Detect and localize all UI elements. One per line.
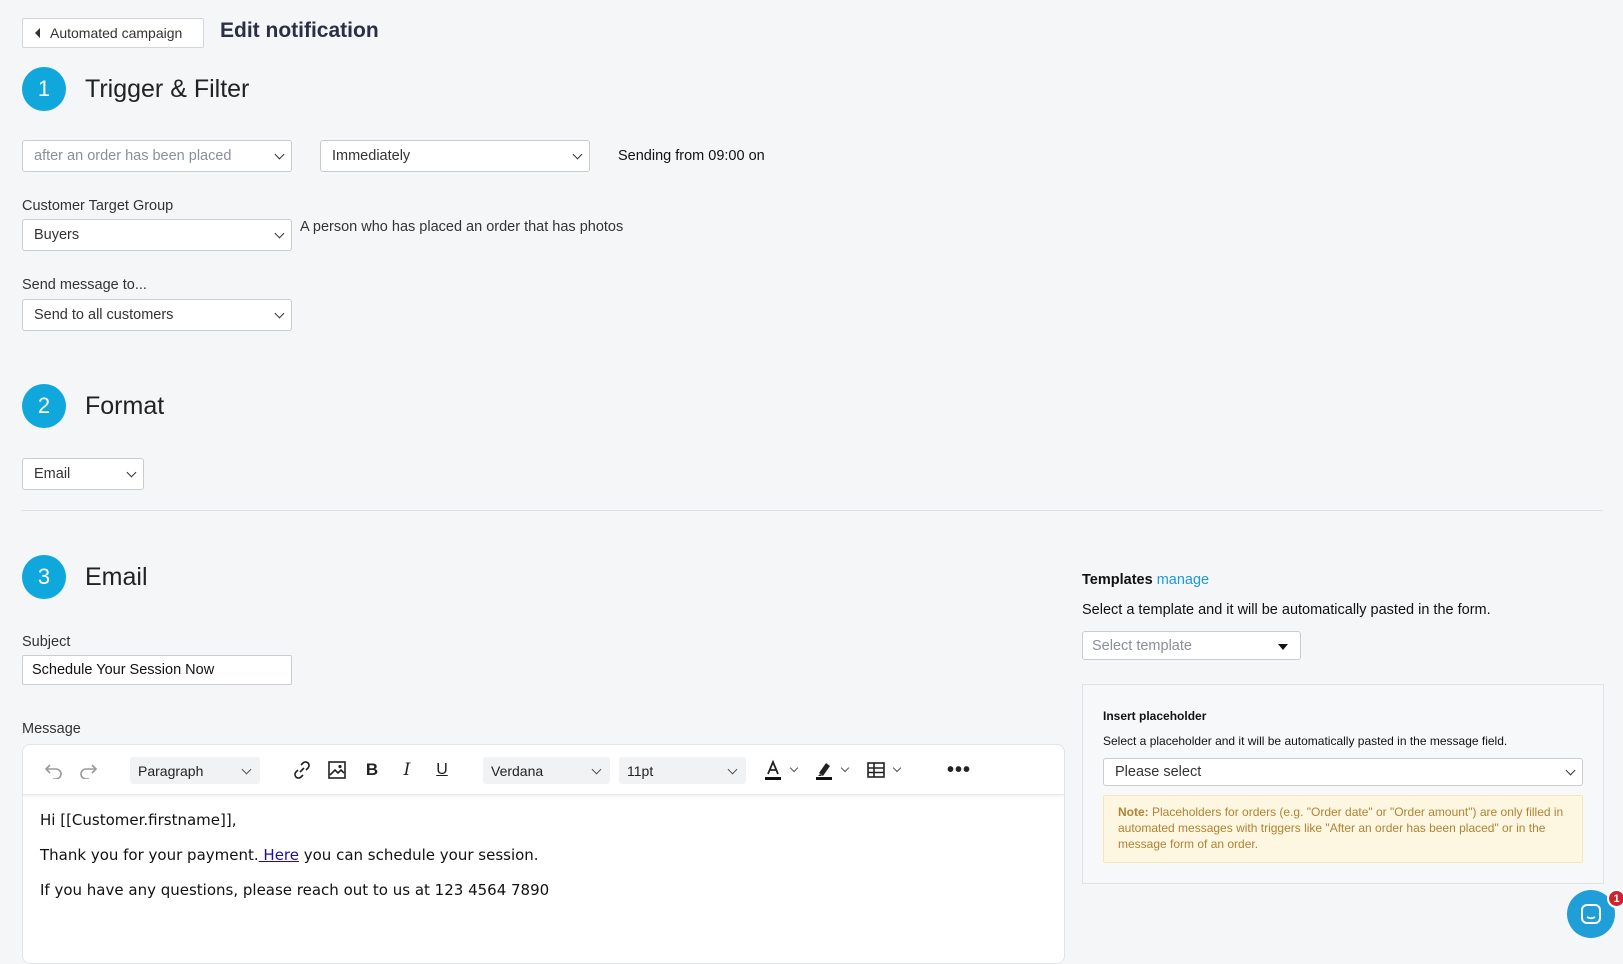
chevron-down-icon — [840, 763, 850, 773]
chevron-down-icon — [789, 763, 799, 773]
table-button[interactable] — [861, 757, 905, 783]
message-line-payment: Thank you for your payment. Here you can… — [40, 846, 539, 864]
caret-left-icon — [35, 28, 40, 38]
template-select[interactable]: Select template — [1082, 631, 1301, 660]
templates-description: Select a template and it will be automat… — [1082, 602, 1491, 618]
table-icon — [867, 762, 885, 778]
message-line-greeting: Hi [[Customer.firstname]], — [40, 811, 237, 829]
placeholder-note: Note: Placeholders for orders (e.g. "Ord… — [1103, 795, 1583, 863]
timing-select[interactable]: Immediately — [320, 140, 590, 172]
undo-icon[interactable] — [41, 757, 67, 783]
bold-icon[interactable]: B — [359, 757, 385, 783]
template-select-value: Select template — [1092, 637, 1192, 654]
chevron-down-icon — [892, 763, 902, 773]
chevron-down-icon — [591, 764, 602, 774]
message-editor[interactable]: Paragraph B I U Verdana 11pt ••• Hi [[Cu… — [22, 744, 1065, 964]
underline-icon[interactable]: U — [429, 757, 455, 783]
send-to-select[interactable]: Send to all customers — [22, 299, 292, 331]
font-size-select[interactable]: 11pt — [619, 757, 746, 784]
section-title-email: Email — [85, 563, 148, 591]
send-to-label: Send message to... — [22, 277, 147, 293]
message-line-contact: If you have any questions, please reach … — [40, 881, 550, 899]
chevron-down-icon — [274, 308, 285, 319]
chat-notification-badge: 1 — [1607, 889, 1623, 908]
insert-placeholder-description: Select a placeholder and it will be auto… — [1103, 734, 1508, 748]
format-select[interactable]: Email — [22, 458, 144, 490]
text-color-icon — [765, 759, 781, 780]
message-text: Thank you for your payment. — [40, 846, 259, 864]
manage-templates-link[interactable]: manage — [1157, 572, 1209, 588]
message-text: you can schedule your session. — [298, 846, 539, 864]
templates-title: Templates — [1082, 572, 1153, 588]
chevron-down-icon — [241, 764, 252, 774]
italic-icon[interactable]: I — [394, 757, 420, 783]
placeholder-select[interactable]: Please select — [1103, 758, 1583, 786]
page-title: Edit notification — [220, 19, 379, 42]
send-to-select-value: Send to all customers — [34, 307, 174, 323]
schedule-here-link[interactable]: Here — [259, 846, 299, 864]
insert-placeholder-title: Insert placeholder — [1103, 709, 1207, 723]
trigger-select-value: after an order has been placed — [34, 148, 232, 164]
chevron-down-icon — [1565, 765, 1576, 776]
step-1-badge: 1 — [22, 67, 66, 111]
chevron-down-icon — [274, 149, 285, 160]
target-group-select[interactable]: Buyers — [22, 219, 292, 251]
font-family-value: Verdana — [491, 762, 544, 779]
font-family-select[interactable]: Verdana — [483, 757, 610, 784]
image-icon[interactable] — [324, 757, 350, 783]
block-format-select[interactable]: Paragraph — [130, 757, 260, 784]
more-options-icon[interactable]: ••• — [944, 757, 974, 783]
message-label: Message — [22, 721, 81, 737]
block-format-value: Paragraph — [138, 762, 204, 779]
note-label: Note: — [1118, 805, 1149, 819]
insert-placeholder-panel: Insert placeholder Select a placeholder … — [1082, 684, 1604, 884]
highlight-color-button[interactable] — [809, 757, 853, 783]
chat-bubble-icon — [1581, 904, 1601, 924]
sending-time-text: Sending from 09:00 on — [618, 148, 765, 164]
templates-heading: Templates manage — [1082, 572, 1209, 588]
back-button-label: Automated campaign — [50, 25, 183, 41]
highlighter-icon — [816, 763, 832, 780]
redo-icon[interactable] — [75, 757, 101, 783]
placeholder-select-value: Please select — [1115, 764, 1202, 780]
chevron-down-icon — [727, 764, 738, 774]
target-group-label: Customer Target Group — [22, 198, 174, 214]
chevron-down-icon — [126, 467, 137, 478]
step-3-badge: 3 — [22, 555, 66, 599]
note-text: Placeholders for orders (e.g. "Order dat… — [1118, 805, 1564, 851]
format-select-value: Email — [34, 466, 71, 482]
editor-toolbar: Paragraph B I U Verdana 11pt ••• — [23, 745, 1064, 795]
timing-select-value: Immediately — [332, 148, 411, 164]
section-divider — [22, 510, 1602, 511]
trigger-select[interactable]: after an order has been placed — [22, 140, 292, 172]
back-to-automated-campaign-button[interactable]: Automated campaign — [22, 18, 204, 48]
subject-label: Subject — [22, 634, 71, 650]
chevron-down-icon — [572, 149, 583, 160]
link-icon[interactable] — [289, 757, 315, 783]
target-group-select-value: Buyers — [34, 227, 80, 243]
subject-input-value: Schedule Your Session Now — [32, 662, 215, 678]
section-title-trigger-filter: Trigger & Filter — [85, 75, 250, 103]
text-color-button[interactable] — [758, 757, 802, 783]
target-group-description: A person who has placed an order that ha… — [300, 219, 624, 235]
step-2-badge: 2 — [22, 384, 66, 428]
chevron-down-icon — [274, 228, 285, 239]
font-size-value: 11pt — [627, 762, 654, 779]
caret-down-icon — [1278, 644, 1288, 650]
section-title-format: Format — [85, 392, 165, 420]
subject-input[interactable]: Schedule Your Session Now — [22, 655, 292, 685]
